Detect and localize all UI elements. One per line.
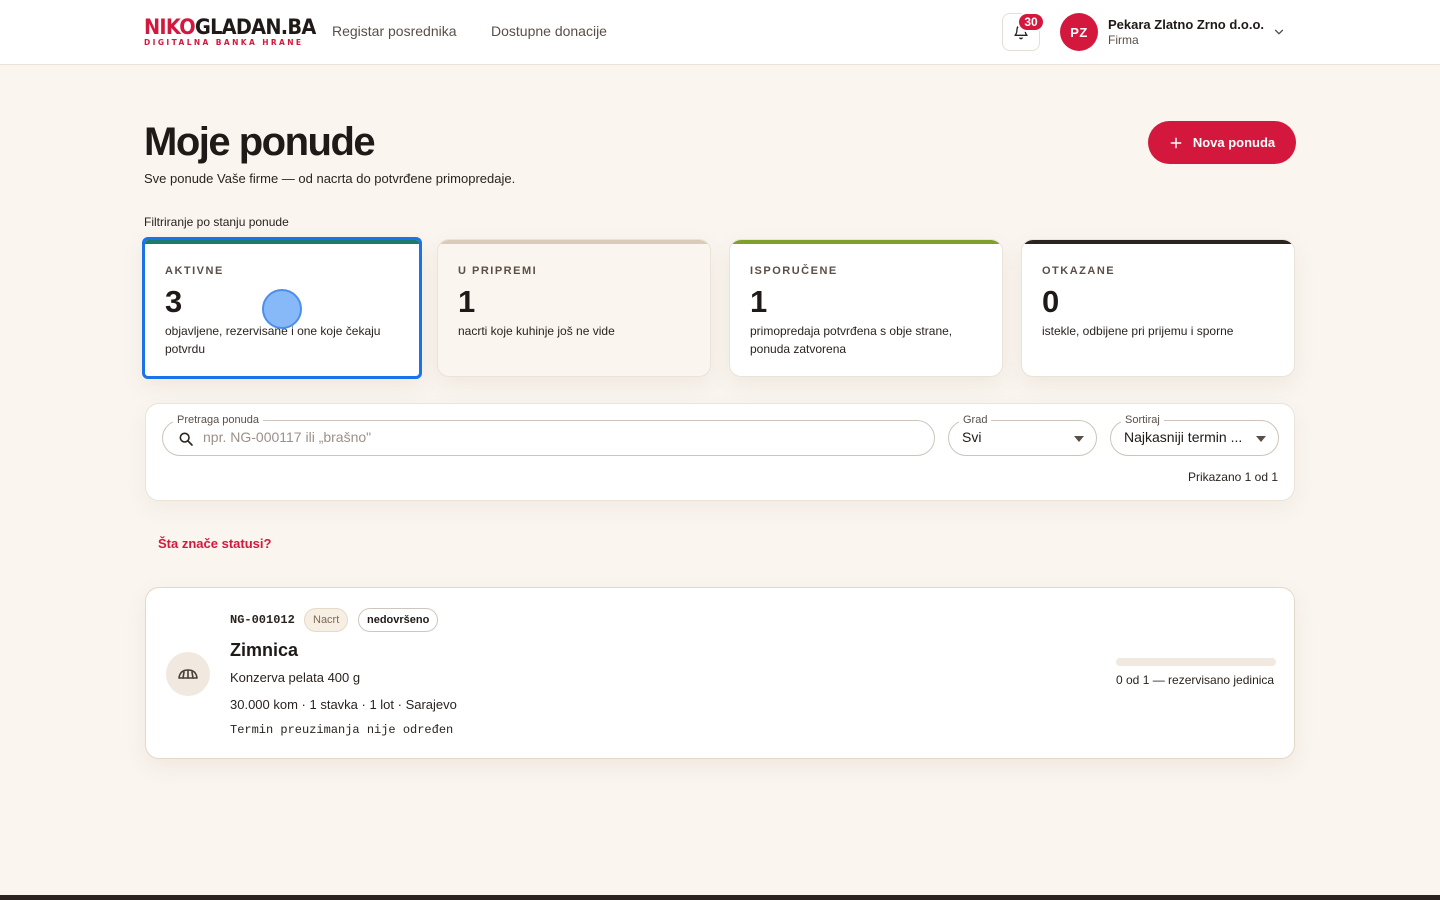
status-card-description: nacrti koje kuhinje još ne vide bbox=[458, 324, 615, 338]
status-card-accent bbox=[730, 240, 1002, 244]
dropdown-caret-icon bbox=[1074, 436, 1084, 442]
status-card-accent bbox=[145, 240, 419, 244]
status-card-accent bbox=[438, 240, 710, 244]
page-subtitle: Sve ponude Vaše firme — od nacrta do pot… bbox=[144, 171, 516, 186]
search-legend: Pretraga ponuda bbox=[173, 413, 263, 427]
status-card-otkazane[interactable]: OTKAZANE 0 istekle, odbijene pri prijemu… bbox=[1021, 239, 1295, 377]
search-panel: Pretraga ponuda Grad Svi Sortiraj Najkas… bbox=[145, 403, 1295, 501]
offer-code: NG-001012 bbox=[230, 613, 295, 627]
offer-meta: 30.000 kom · 1 stavka · 1 lot · Sarajevo bbox=[230, 697, 457, 712]
status-card-u-pripremi[interactable]: U PRIPREMI 1 nacrti koje kuhinje još ne … bbox=[437, 239, 711, 377]
status-card-description: primopredaja potvrđena s obje strane, po… bbox=[750, 324, 953, 356]
status-card-label: AKTIVNE bbox=[165, 265, 224, 277]
account-name[interactable]: Pekara Zlatno Zrno d.o.o. bbox=[1108, 17, 1264, 32]
bread-icon bbox=[178, 669, 198, 679]
nav-link-dostupne-donacije[interactable]: Dostupne donacije bbox=[491, 23, 607, 39]
nav-link-registar-posrednika[interactable]: Registar posrednika bbox=[332, 23, 457, 39]
search-field[interactable]: Pretraga ponuda bbox=[162, 413, 935, 456]
logo-prefix: NIKO bbox=[144, 15, 196, 39]
status-card-label: U PRIPREMI bbox=[458, 265, 538, 277]
search-input[interactable] bbox=[203, 429, 903, 445]
account-role: Firma bbox=[1108, 33, 1139, 47]
city-select-value: Svi bbox=[962, 429, 982, 445]
status-card-label: OTKAZANE bbox=[1042, 265, 1116, 277]
status-help-link[interactable]: Šta znače statusi? bbox=[158, 536, 271, 551]
avatar[interactable]: PZ bbox=[1060, 13, 1098, 51]
city-select[interactable]: Grad Svi bbox=[948, 413, 1097, 456]
logo[interactable]: NIKOGLADAN.BA DIGITALNA BANKA HRANE bbox=[144, 16, 331, 47]
offer-pickup-term: Termin preuzimanja nije određen bbox=[230, 723, 454, 737]
status-card-isporucene[interactable]: ISPORUČENE 1 primopredaja potvrđena s ob… bbox=[729, 239, 1003, 377]
state-badge: nedovršeno bbox=[358, 608, 439, 632]
reservation-progress-bar bbox=[1116, 658, 1276, 666]
dropdown-caret-icon bbox=[1256, 436, 1266, 442]
results-count: Prikazano 1 od 1 bbox=[1187, 470, 1278, 484]
offer-card[interactable]: NG-001012 Nacrt nedovršeno Zimnica Konze… bbox=[145, 587, 1295, 759]
page-title: Moje ponude bbox=[144, 120, 376, 164]
sort-legend: Sortiraj bbox=[1121, 413, 1164, 427]
notifications-count-badge: 30 bbox=[1017, 12, 1045, 32]
status-card-count: 3 bbox=[165, 284, 183, 319]
city-legend: Grad bbox=[959, 413, 992, 427]
chevron-down-icon[interactable] bbox=[1272, 25, 1286, 39]
sort-select-value: Najkasniji termin ... bbox=[1124, 429, 1243, 445]
status-card-label: ISPORUČENE bbox=[750, 265, 838, 277]
status-card-count: 1 bbox=[750, 284, 768, 319]
offer-product: Konzerva pelata 400 g bbox=[230, 670, 361, 685]
status-card-count: 0 bbox=[1042, 284, 1060, 319]
logo-tagline: DIGITALNA BANKA HRANE bbox=[144, 38, 304, 47]
top-header: NIKOGLADAN.BA DIGITALNA BANKA HRANE Regi… bbox=[0, 0, 1440, 65]
plus-icon bbox=[1170, 137, 1182, 148]
cursor-indicator bbox=[262, 289, 302, 329]
status-card-count: 1 bbox=[458, 284, 476, 319]
filter-label: Filtriranje po stanju ponude bbox=[144, 215, 289, 229]
status-card-accent bbox=[1022, 240, 1294, 244]
search-icon bbox=[179, 432, 193, 446]
logo-main-text: GLADAN.BA bbox=[194, 15, 316, 39]
new-offer-label: Nova ponuda bbox=[1192, 135, 1276, 150]
status-badge: Nacrt bbox=[304, 608, 349, 632]
sort-select[interactable]: Sortiraj Najkasniji termin ... bbox=[1110, 413, 1279, 456]
new-offer-button[interactable]: Nova ponuda bbox=[1148, 121, 1296, 164]
offer-category-icon bbox=[166, 652, 210, 696]
offer-title[interactable]: Zimnica bbox=[230, 640, 298, 661]
footer-bar bbox=[0, 895, 1440, 900]
status-card-description: istekle, odbijene pri prijemu i sporne bbox=[1042, 324, 1234, 338]
reservation-progress-text: 0 od 1 — rezervisano jedinica bbox=[1116, 673, 1275, 687]
